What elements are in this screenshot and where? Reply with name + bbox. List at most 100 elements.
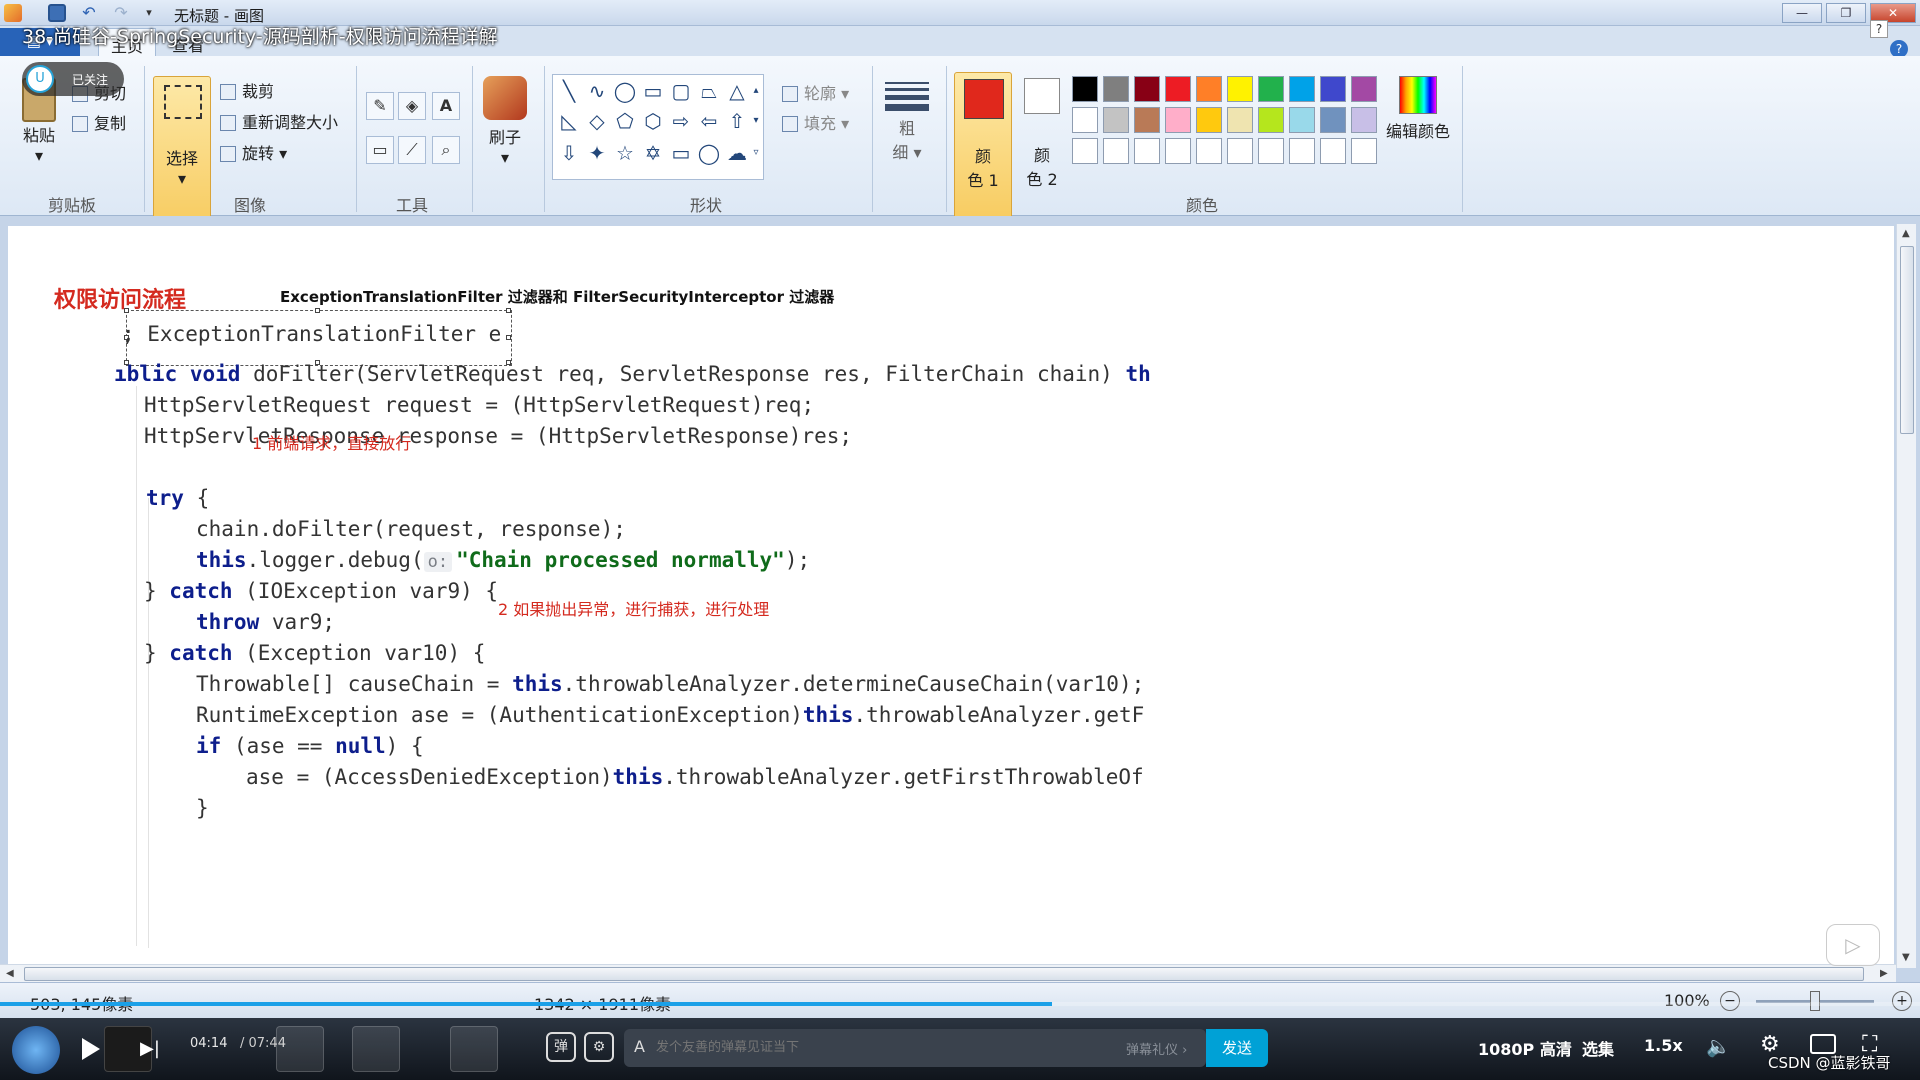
horizontal-scrollbar[interactable]: ◀ ▶ <box>0 964 1896 982</box>
eraser-icon[interactable]: ▭ <box>366 136 394 164</box>
palette-swatch[interactable] <box>1320 76 1346 102</box>
palette-swatch[interactable] <box>1289 76 1315 102</box>
crop-button[interactable]: 裁剪 <box>220 78 274 102</box>
cloud-callout-shape-icon[interactable]: ☁ <box>725 141 749 165</box>
edit-colors-button[interactable]: 编辑颜色 <box>1382 76 1454 142</box>
fill-button[interactable]: 填充 ▾ <box>782 110 849 134</box>
palette-swatch[interactable] <box>1165 107 1191 133</box>
rectangle-shape-icon[interactable]: ▭ <box>641 79 665 103</box>
pentagon-shape-icon[interactable]: ⬠ <box>613 109 637 133</box>
minimize-button[interactable]: — <box>1782 3 1822 23</box>
triangle-shape-icon[interactable]: △ <box>725 79 749 103</box>
palette-swatch[interactable] <box>1351 107 1377 133</box>
right-arrow-shape-icon[interactable]: ⇨ <box>669 109 693 133</box>
right-triangle-shape-icon[interactable]: ◺ <box>557 109 581 133</box>
replay-icon[interactable]: ▷ <box>1826 924 1880 966</box>
scroll-left-arrow-icon[interactable]: ◀ <box>6 968 14 979</box>
text-tool-icon[interactable]: A <box>432 92 460 120</box>
uploader-badge[interactable]: U 已关注 <box>22 62 124 96</box>
picture-in-picture-icon[interactable] <box>1810 1034 1836 1054</box>
scroll-down-icon[interactable]: ▾ <box>749 109 763 133</box>
danmaku-toggle-icon[interactable]: 弹 <box>546 1032 576 1062</box>
palette-swatch[interactable] <box>1258 138 1284 164</box>
rotate-button[interactable]: 旋转 ▾ <box>220 140 287 164</box>
palette-swatch[interactable] <box>1227 76 1253 102</box>
palette-swatch[interactable] <box>1103 107 1129 133</box>
five-point-star-shape-icon[interactable]: ☆ <box>613 141 637 165</box>
horizontal-scroll-thumb[interactable] <box>24 967 1864 981</box>
palette-swatch[interactable] <box>1103 138 1129 164</box>
palette-swatch[interactable] <box>1289 107 1315 133</box>
selection-handle[interactable] <box>315 308 320 313</box>
palette-swatch[interactable] <box>1165 138 1191 164</box>
episodes-button[interactable]: 选集 <box>1582 1036 1614 1060</box>
fill-bucket-icon[interactable]: ◈ <box>398 92 426 120</box>
volume-icon[interactable]: 🔈 <box>1706 1034 1731 1058</box>
curve-shape-icon[interactable]: ∿ <box>585 79 609 103</box>
zoom-in-button[interactable]: + <box>1892 991 1912 1011</box>
resize-button[interactable]: 重新调整大小 <box>220 109 338 133</box>
selection-handle[interactable] <box>124 308 129 313</box>
copy-button[interactable]: 复制 <box>72 110 126 134</box>
selection-handle[interactable] <box>506 335 511 340</box>
quick-access-dropdown-icon[interactable]: ▾ <box>140 4 158 22</box>
six-point-star-shape-icon[interactable]: ✡ <box>641 141 665 165</box>
pencil-icon[interactable]: ✎ <box>366 92 394 120</box>
left-arrow-shape-icon[interactable]: ⇦ <box>697 109 721 133</box>
color1-button[interactable]: 颜 色 1 <box>954 72 1012 234</box>
four-point-star-shape-icon[interactable]: ✦ <box>585 141 609 165</box>
outline-button[interactable]: 轮廓 ▾ <box>782 80 849 104</box>
video-progress-bar[interactable] <box>0 1002 1920 1006</box>
polygon-shape-icon[interactable]: ⏢ <box>697 79 721 103</box>
palette-swatch[interactable] <box>1196 107 1222 133</box>
palette-swatch[interactable] <box>1072 138 1098 164</box>
avatar[interactable]: U <box>26 65 54 93</box>
oval-callout-shape-icon[interactable]: ◯ <box>697 141 721 165</box>
zoom-out-button[interactable]: − <box>1720 991 1740 1011</box>
next-button[interactable]: ▶| <box>140 1038 160 1059</box>
help-question-icon[interactable]: ? <box>1870 20 1888 38</box>
danmaku-etiquette-link[interactable]: 弹幕礼仪 › <box>1126 1039 1187 1058</box>
color2-button[interactable]: 颜 色 2 <box>1018 72 1066 192</box>
diamond-shape-icon[interactable]: ◇ <box>585 109 609 133</box>
down-arrow-shape-icon[interactable]: ⇩ <box>557 141 581 165</box>
palette-swatch[interactable] <box>1351 76 1377 102</box>
size-button[interactable]: 粗 细 ▾ <box>882 78 932 163</box>
palette-swatch[interactable] <box>1134 76 1160 102</box>
palette-swatch[interactable] <box>1134 107 1160 133</box>
palette-swatch[interactable] <box>1165 76 1191 102</box>
palette-swatch[interactable] <box>1320 107 1346 133</box>
palette-swatch[interactable] <box>1351 138 1377 164</box>
palette-swatch[interactable] <box>1289 138 1315 164</box>
palette-swatch[interactable] <box>1072 107 1098 133</box>
expand-gallery-icon[interactable]: ▿ <box>749 141 763 165</box>
line-shape-icon[interactable]: ╲ <box>557 79 581 103</box>
color-picker-icon[interactable]: ⟋ <box>398 136 426 164</box>
shapes-gallery[interactable]: ╲ ∿ ◯ ▭ ▢ ⏢ △ ◺ ◇ ⬠ ⬡ ⇨ ⇦ ⇧ ⇩ ✦ ☆ ✡ ▭ ◯ … <box>552 74 764 180</box>
scroll-right-arrow-icon[interactable]: ▶ <box>1880 968 1888 979</box>
oval-shape-icon[interactable]: ◯ <box>613 79 637 103</box>
palette-swatch[interactable] <box>1072 76 1098 102</box>
paint-app-icon[interactable] <box>4 4 22 22</box>
vertical-scrollbar[interactable]: ▲ ▼ <box>1896 224 1916 968</box>
rounded-rectangle-shape-icon[interactable]: ▢ <box>669 79 693 103</box>
palette-swatch[interactable] <box>1320 138 1346 164</box>
up-arrow-shape-icon[interactable]: ⇧ <box>725 109 749 133</box>
hexagon-shape-icon[interactable]: ⬡ <box>641 109 665 133</box>
palette-swatch[interactable] <box>1196 76 1222 102</box>
drawing-canvas[interactable]: 权限访问流程 ExceptionTranslationFilter 过滤器和 F… <box>8 226 1894 966</box>
play-button[interactable] <box>82 1038 100 1060</box>
palette-swatch[interactable] <box>1227 138 1253 164</box>
magnifier-icon[interactable]: ⌕ <box>432 136 460 164</box>
danmaku-input-box[interactable]: A 弹幕礼仪 › <box>624 1029 1206 1067</box>
quality-button[interactable]: 1080P 高清 <box>1478 1036 1572 1060</box>
palette-swatch[interactable] <box>1134 138 1160 164</box>
danmaku-style-icon[interactable]: A <box>634 1037 645 1056</box>
palette-swatch[interactable] <box>1196 138 1222 164</box>
maximize-button[interactable]: ❐ <box>1826 3 1866 23</box>
scroll-down-arrow-icon[interactable]: ▼ <box>1902 952 1910 963</box>
scroll-up-arrow-icon[interactable]: ▲ <box>1902 228 1910 239</box>
zoom-slider-thumb[interactable] <box>1810 991 1820 1011</box>
palette-swatch[interactable] <box>1227 107 1253 133</box>
speed-button[interactable]: 1.5x <box>1644 1036 1683 1055</box>
